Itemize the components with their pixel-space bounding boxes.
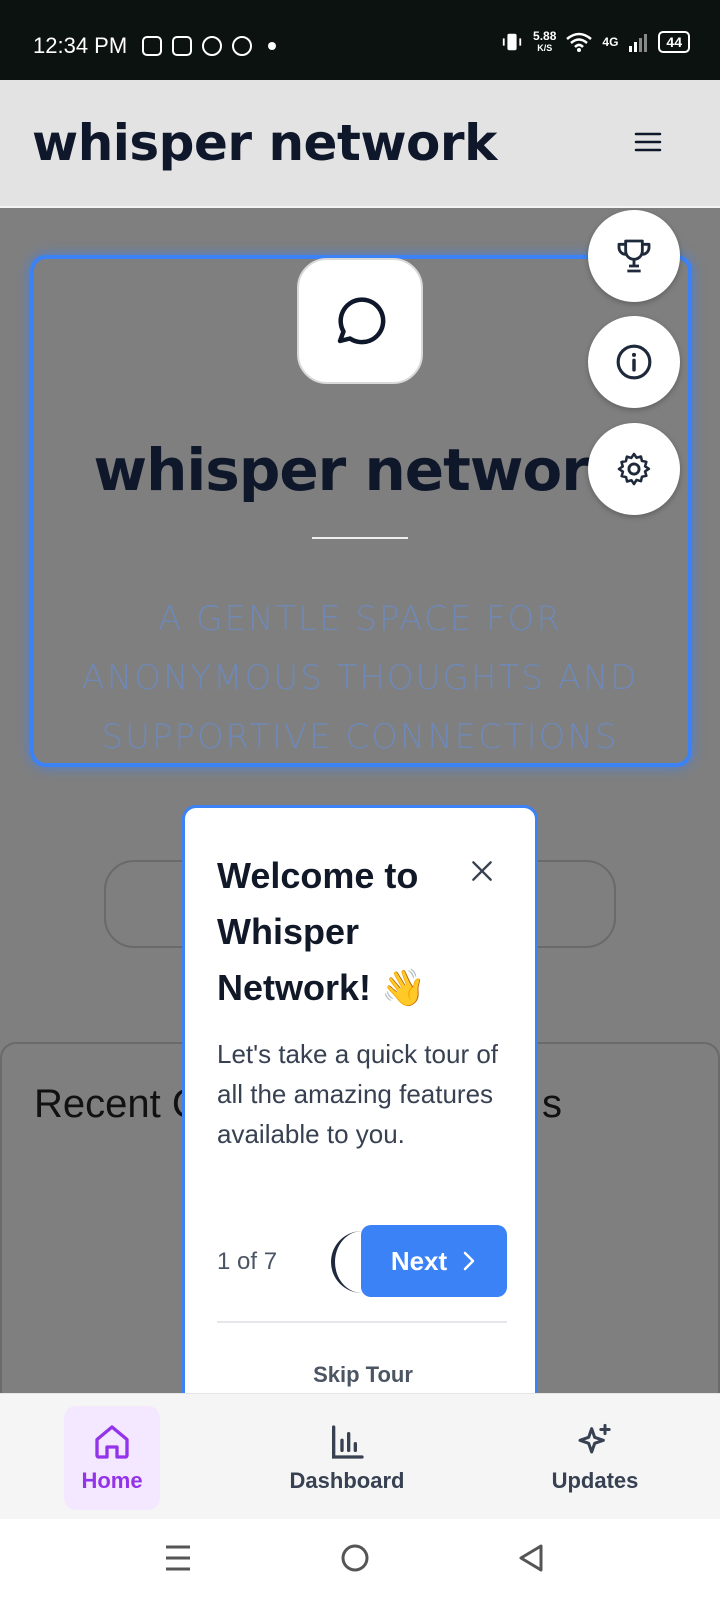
net-speed: 5.88 K/S bbox=[533, 30, 556, 54]
net-speed-value: 5.88 bbox=[533, 29, 557, 43]
tour-title: Welcome to Whisper Network! 👋 bbox=[217, 855, 426, 1008]
notification-icons bbox=[142, 36, 276, 56]
chevron-right-icon bbox=[463, 1251, 475, 1271]
back-triangle-icon[interactable] bbox=[517, 1543, 545, 1573]
chat-badge bbox=[297, 258, 423, 384]
net-speed-unit: K/S bbox=[537, 43, 553, 53]
info-icon bbox=[616, 344, 652, 380]
settings-button[interactable] bbox=[588, 423, 680, 515]
nav-dashboard-label: Dashboard bbox=[289, 1468, 405, 1493]
bottom-navigation: Home Dashboard Updates bbox=[0, 1393, 720, 1519]
wifi-icon bbox=[566, 32, 593, 52]
achievements-button[interactable] bbox=[588, 210, 680, 302]
app-header: whisper network bbox=[0, 80, 720, 208]
more-notifications-dot bbox=[268, 42, 276, 50]
facebook-lite-icon bbox=[172, 36, 192, 56]
signal-icon bbox=[629, 34, 648, 52]
recent-title-left: Recent C bbox=[34, 1082, 201, 1126]
nav-home-label: Home bbox=[81, 1468, 143, 1493]
hamburger-menu-icon[interactable] bbox=[634, 130, 662, 154]
vibrate-icon bbox=[502, 33, 522, 51]
info-button[interactable] bbox=[588, 316, 680, 408]
system-indicators: 5.88 K/S 4G 44 bbox=[501, 30, 690, 54]
tour-body: Let's take a quick tour of all the amazi… bbox=[217, 1039, 499, 1149]
messenger-icon bbox=[232, 36, 252, 56]
tour-dialog: Welcome to Whisper Network! 👋 Let's take… bbox=[182, 805, 538, 1405]
battery-indicator: 44 bbox=[658, 31, 690, 53]
nav-updates[interactable]: Updates bbox=[540, 1406, 650, 1510]
recent-title: Recent C s bbox=[34, 1082, 562, 1127]
nav-updates-label: Updates bbox=[551, 1468, 639, 1493]
tour-step-counter: 1 of 7 bbox=[217, 1248, 278, 1275]
trophy-icon bbox=[617, 239, 651, 273]
next-button[interactable]: Next bbox=[361, 1225, 507, 1297]
chat-bubble-icon bbox=[337, 297, 386, 345]
hero-subtitle: A GENTLE SPACE FOR ANONYMOUS THOUGHTS AN… bbox=[81, 599, 639, 757]
recent-apps-icon[interactable] bbox=[164, 1543, 192, 1573]
instagram-icon bbox=[142, 36, 162, 56]
system-navigation-bar bbox=[0, 1519, 720, 1600]
hero-divider bbox=[312, 537, 408, 539]
bar-chart-icon bbox=[332, 1425, 364, 1459]
status-time: 12:34 PM bbox=[33, 33, 128, 58]
nav-home[interactable]: Home bbox=[64, 1406, 160, 1510]
sparkles-icon bbox=[578, 1423, 611, 1454]
recent-title-right: s bbox=[542, 1082, 562, 1126]
tour-divider bbox=[217, 1321, 507, 1323]
home-circle-icon[interactable] bbox=[340, 1543, 370, 1573]
status-bar: 12:34 PM 5.88 K/S 4G 44 bbox=[0, 0, 720, 80]
skip-tour-button[interactable]: Skip Tour bbox=[185, 1362, 541, 1388]
close-icon[interactable] bbox=[469, 858, 495, 884]
nav-dashboard[interactable]: Dashboard bbox=[282, 1406, 412, 1510]
network-type: 4G bbox=[602, 35, 619, 49]
app-title: whisper network bbox=[32, 114, 497, 172]
gear-icon bbox=[617, 452, 651, 486]
next-label: Next bbox=[390, 1245, 448, 1276]
facebook-icon bbox=[202, 36, 222, 56]
home-icon bbox=[95, 1425, 129, 1459]
